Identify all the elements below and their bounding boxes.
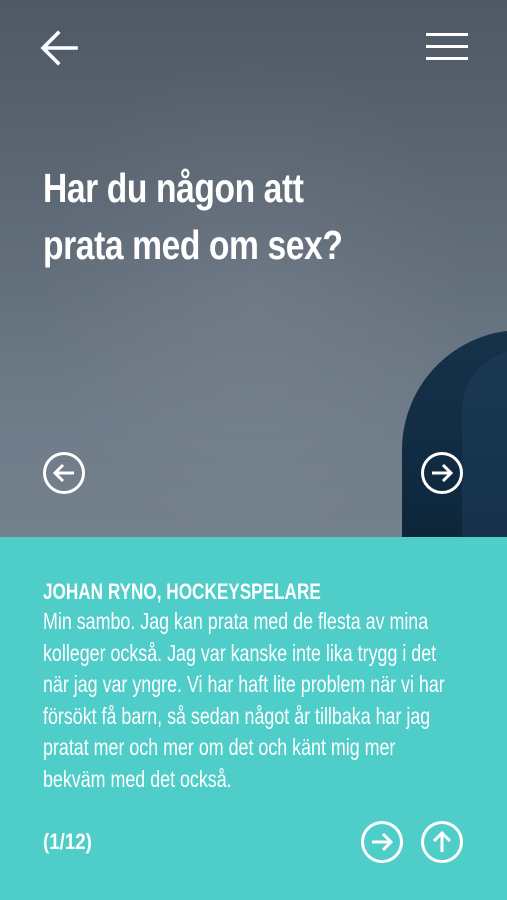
hamburger-menu-icon[interactable]: [426, 32, 468, 62]
answer-author: JOHAN RYNO, HOCKEYSPELARE: [43, 579, 321, 604]
answer-quote: Min sambo. Jag kan prata med de flesta a…: [43, 608, 445, 792]
scroll-up-icon[interactable]: [420, 820, 464, 864]
page-counter: (1/12): [43, 829, 92, 854]
hero-photo-jacket: [462, 350, 507, 537]
circle-arrow-left-icon[interactable]: [42, 451, 86, 495]
hero-section: Har du någon att prata med om sex?: [0, 0, 507, 537]
question-title: Har du någon att prata med om sex?: [43, 165, 343, 268]
next-answer-icon[interactable]: [360, 820, 404, 864]
arrow-left-icon[interactable]: [40, 30, 78, 66]
circle-arrow-right-icon[interactable]: [420, 451, 464, 495]
